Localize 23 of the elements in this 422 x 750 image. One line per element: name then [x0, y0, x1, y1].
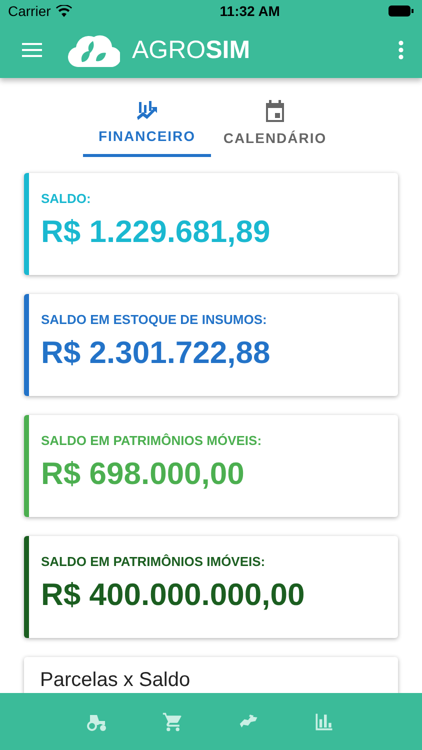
tab[interactable]: CALENDÁRIO	[211, 100, 339, 157]
balance-value: R$ 698.000,00	[41, 456, 246, 492]
chart-title: Parcelas x Saldo	[40, 669, 190, 691]
logo-icon	[68, 33, 120, 67]
menu-icon	[22, 43, 42, 57]
tractor-icon	[86, 712, 109, 730]
balance-label: SALDO EM ESTOQUE DE INSUMOS:	[41, 312, 268, 327]
balance-label: SALDO:	[41, 191, 92, 206]
balance-value: R$ 2.301.722,88	[41, 335, 272, 371]
balance-label: SALDO EM PATRIMÔNIOS MÓVEIS:	[41, 433, 263, 448]
balance-label: SALDO EM PATRIMÔNIOS IMÓVEIS:	[41, 554, 266, 569]
wifi-icon	[56, 5, 72, 17]
calendar-icon	[265, 100, 285, 122]
cart-icon	[162, 710, 184, 732]
chart-icon	[136, 100, 158, 120]
tab[interactable]: FINANCEIRO	[83, 100, 211, 157]
carrier-label: Carrier	[8, 3, 51, 19]
battery-icon	[388, 5, 414, 17]
balance-value: R$ 1.229.681,89	[41, 214, 272, 250]
balance-value: R$ 400.000.000,00	[41, 577, 306, 613]
app-title: AGROSIM	[132, 36, 250, 64]
more-icon	[398, 40, 404, 60]
clock-time: 11:32 AM	[220, 3, 280, 19]
